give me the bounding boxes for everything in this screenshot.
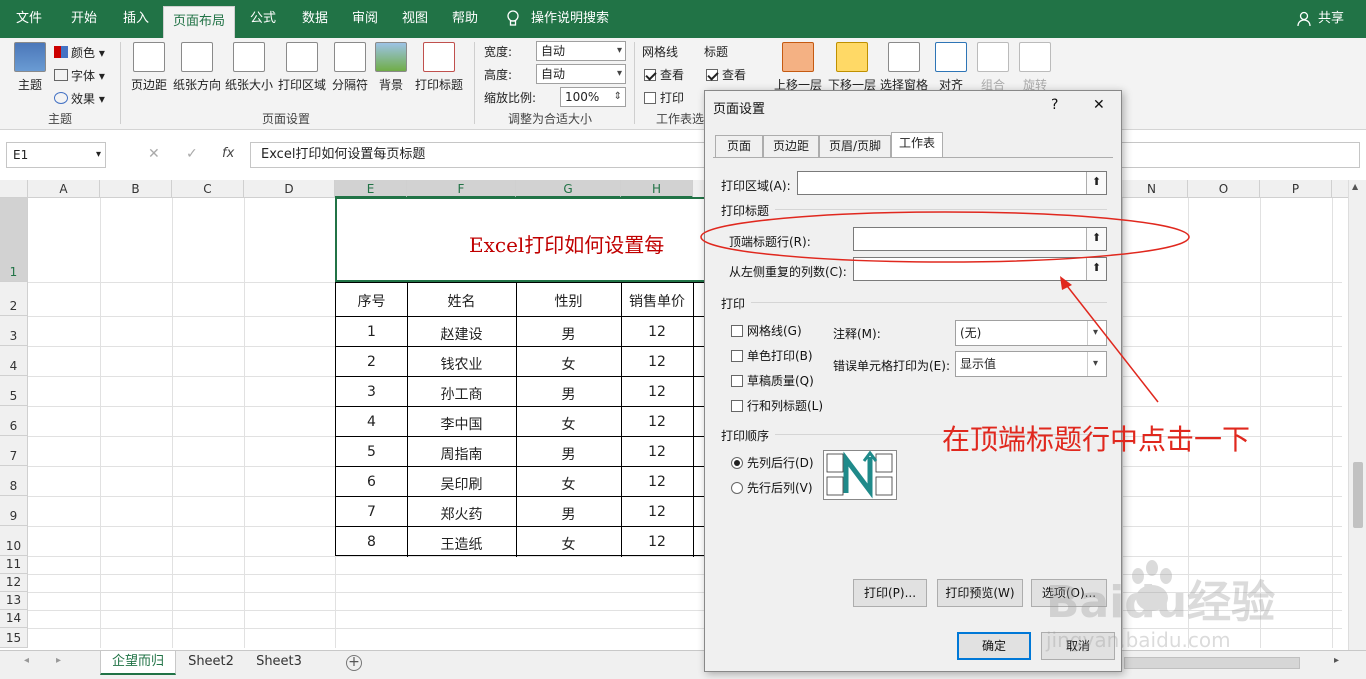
watermark-url: jingyan.baidu.com [1046, 628, 1231, 652]
highlight-ellipse [700, 211, 1190, 263]
annotation-arrowhead [1060, 276, 1072, 290]
annotation-arrow-line [1063, 281, 1159, 403]
watermark-brand: Baidu经验 [1046, 577, 1276, 628]
annotation-text: 在顶端标题行中点击一下 [942, 423, 1251, 456]
baidu-watermark: Baidu经验 jingyan.baidu.com [1040, 558, 1340, 668]
